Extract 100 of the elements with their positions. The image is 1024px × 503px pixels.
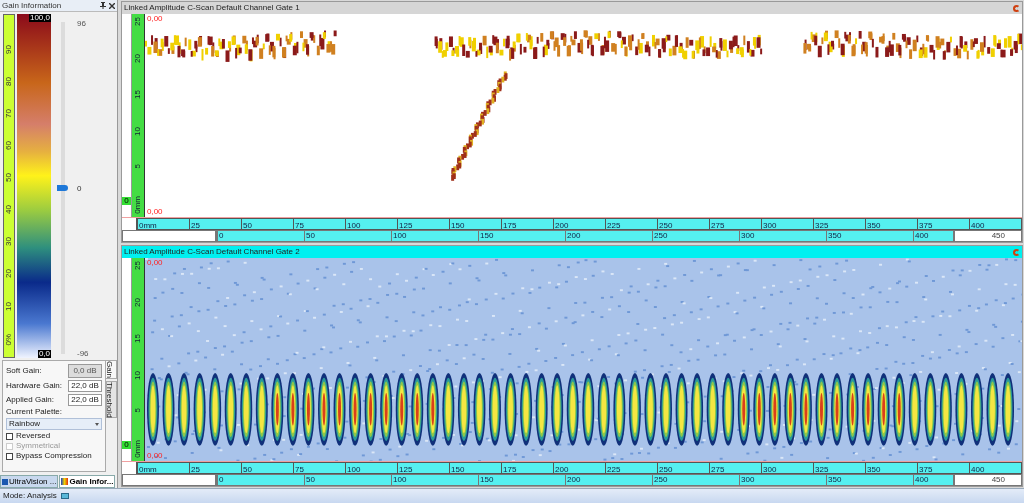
axis-label: 200 bbox=[553, 463, 605, 473]
axis-label: 125 bbox=[397, 463, 449, 473]
index-marker: 0 bbox=[122, 441, 131, 449]
axis-label: 0mm bbox=[137, 463, 189, 473]
top-value: 0,00 bbox=[147, 15, 163, 23]
pin-icon[interactable] bbox=[100, 2, 106, 9]
axis-label: 25 bbox=[189, 463, 241, 473]
axis-label: 125 bbox=[397, 219, 449, 229]
axis-label: 50 bbox=[241, 463, 293, 473]
side-tab[interactable]: Threshold bbox=[106, 380, 117, 419]
axis-label: 275 bbox=[709, 463, 761, 473]
axis-label: 300 bbox=[739, 475, 826, 485]
axis-label: 100 bbox=[345, 219, 397, 229]
slider-min-label: -96 bbox=[77, 350, 89, 358]
scale-label: 60 bbox=[5, 141, 13, 150]
axis-label: 50 bbox=[241, 219, 293, 229]
axis-label: 200 bbox=[553, 219, 605, 229]
depth-label: 20 bbox=[134, 297, 142, 307]
gain-field[interactable]: 22,0 dB bbox=[68, 380, 102, 392]
depth-label: 20 bbox=[134, 53, 142, 63]
axis-label: 300 bbox=[739, 231, 826, 241]
axis-label: 375 bbox=[917, 463, 969, 473]
axis-label: 450 bbox=[991, 475, 1005, 485]
view-title: Linked Amplitude C-Scan Default Channel Gate 2 bbox=[124, 248, 300, 256]
depth-label: 0mm bbox=[134, 440, 142, 458]
axis-label: 0 bbox=[217, 231, 304, 241]
app-icon bbox=[2, 478, 8, 485]
axis-label: 375 bbox=[917, 219, 969, 229]
bottom-value: 0,00 bbox=[147, 208, 163, 216]
depth-label: 10 bbox=[134, 127, 142, 137]
axis-label: 400 bbox=[969, 219, 1021, 229]
palette-dropdown[interactable]: Rainbow bbox=[6, 418, 102, 430]
field-label: Current Palette: bbox=[6, 408, 64, 416]
scale-label: 70 bbox=[5, 108, 13, 118]
axis-label: 250 bbox=[652, 475, 739, 485]
scale-label: 0% bbox=[5, 333, 13, 346]
axis-label: 400 bbox=[913, 475, 953, 485]
axis-label: 25 bbox=[189, 219, 241, 229]
panel-title: Gain Information bbox=[2, 1, 62, 10]
checkbox-label: Reversed bbox=[16, 432, 51, 440]
monitor-icon bbox=[60, 493, 69, 499]
palette-min: 0,0 bbox=[37, 350, 51, 358]
axis-label: 225 bbox=[605, 219, 657, 229]
dock-tab[interactable]: UltraVision ... bbox=[0, 475, 59, 488]
depth-label: 25 bbox=[134, 17, 142, 26]
axis-label: 150 bbox=[449, 463, 501, 473]
dock-tab[interactable]: Gain Infor... bbox=[59, 475, 116, 488]
axis-label: 175 bbox=[501, 463, 553, 473]
field-label: Applied Gain: bbox=[6, 396, 55, 404]
scale-label: 80 bbox=[5, 76, 13, 86]
scale-label: 20 bbox=[5, 269, 13, 279]
axis-label: 150 bbox=[449, 219, 501, 229]
axis-label: 75 bbox=[293, 219, 345, 229]
axis-label: 50 bbox=[304, 231, 391, 241]
scale-label: 90 bbox=[5, 44, 13, 54]
axis-label: 400 bbox=[969, 463, 1021, 473]
checkbox[interactable] bbox=[6, 432, 13, 440]
axis-label: 150 bbox=[478, 475, 565, 485]
axis-label: 225 bbox=[605, 463, 657, 473]
axis-label: 350 bbox=[865, 219, 917, 229]
axis-label: 50 bbox=[304, 475, 391, 485]
axis-label: 250 bbox=[657, 219, 709, 229]
slider-thumb[interactable] bbox=[57, 185, 68, 191]
gain-field[interactable]: 22,0 dB bbox=[68, 394, 102, 406]
depth-label: 15 bbox=[134, 334, 142, 344]
depth-label: 5 bbox=[134, 407, 142, 413]
depth-label: 25 bbox=[134, 261, 142, 270]
axis-label: 325 bbox=[813, 463, 865, 473]
axis-label: 150 bbox=[478, 231, 565, 241]
axis-label: 250 bbox=[657, 463, 709, 473]
axis-label: 275 bbox=[709, 219, 761, 229]
field-label: Soft Gain: bbox=[6, 367, 42, 375]
axis-label: 100 bbox=[391, 231, 478, 241]
axis-label: 175 bbox=[501, 219, 553, 229]
palette-icon bbox=[61, 478, 69, 485]
checkbox-label: Bypass Compression bbox=[16, 452, 92, 460]
axis-label: 75 bbox=[293, 463, 345, 473]
depth-label: 10 bbox=[134, 371, 142, 381]
scale-label: 50 bbox=[5, 173, 13, 182]
axis-label: 300 bbox=[761, 219, 813, 229]
slider-value-label: 0 bbox=[77, 185, 82, 193]
checkbox-label: Symmetrical bbox=[16, 442, 60, 450]
field-label: Hardware Gain: bbox=[6, 382, 63, 390]
depth-label: 0mm bbox=[134, 196, 142, 214]
axis-label: 100 bbox=[391, 475, 478, 485]
bottom-value: 0,00 bbox=[147, 452, 163, 460]
axis-label: 0mm bbox=[137, 219, 189, 229]
axis-label: 400 bbox=[913, 231, 953, 241]
scale-label: 40 bbox=[5, 205, 13, 215]
axis-label: 350 bbox=[865, 463, 917, 473]
scale-label: 10 bbox=[5, 301, 13, 311]
top-value: 0,00 bbox=[147, 259, 163, 267]
index-marker: 0 bbox=[122, 197, 131, 205]
depth-label: 5 bbox=[134, 163, 142, 169]
axis-label: 325 bbox=[813, 219, 865, 229]
axis-label: 0 bbox=[217, 475, 304, 485]
axis-label: 450 bbox=[991, 231, 1005, 241]
view-title: Linked Amplitude C-Scan Default Channel Gate 1 bbox=[124, 4, 300, 12]
checkbox[interactable] bbox=[6, 452, 13, 460]
side-tab[interactable]: Gain bbox=[106, 360, 117, 379]
